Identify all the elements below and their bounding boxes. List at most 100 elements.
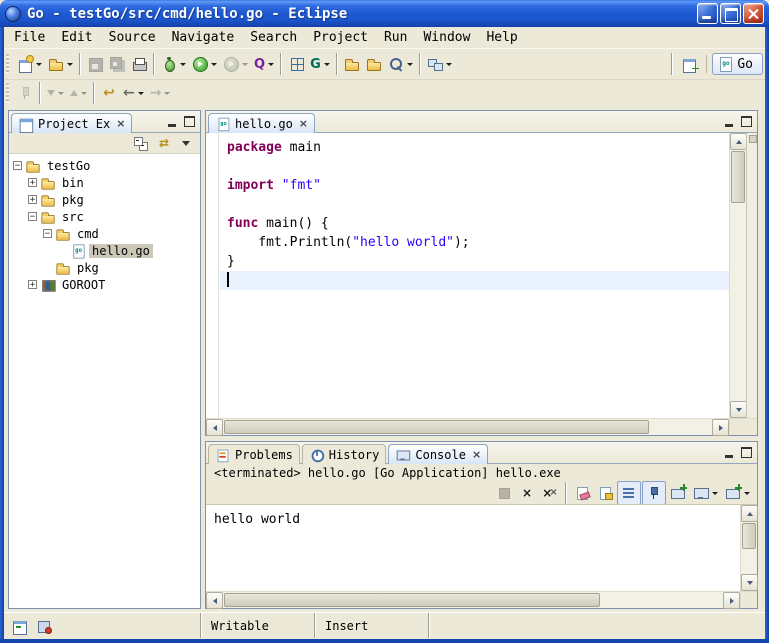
maximize-view-button[interactable]: [181, 114, 198, 129]
scroll-down-button[interactable]: [730, 401, 747, 418]
scrollbar-thumb[interactable]: [742, 523, 756, 549]
menu-run[interactable]: Run: [376, 28, 415, 47]
tree-item-pkg[interactable]: +pkg: [9, 191, 200, 208]
menu-source[interactable]: Source: [101, 28, 164, 47]
minimize-button[interactable]: [697, 3, 718, 24]
maximize-view-button[interactable]: [738, 114, 755, 129]
menu-navigate[interactable]: Navigate: [164, 28, 243, 47]
close-icon[interactable]: ×: [472, 448, 481, 461]
tree-expander[interactable]: −: [43, 229, 52, 238]
menu-help[interactable]: Help: [478, 28, 525, 47]
tree-item-bin[interactable]: +bin: [9, 174, 200, 191]
tree-item-hello.go[interactable]: hello.go: [9, 242, 200, 259]
minimize-view-button[interactable]: [163, 114, 180, 129]
run-history-button[interactable]: [220, 52, 251, 76]
menu-project[interactable]: Project: [305, 28, 376, 47]
go-perspective-button[interactable]: Go: [712, 53, 763, 75]
editor-horizontal-scrollbar[interactable]: [206, 418, 729, 435]
previous-annotation-button[interactable]: [67, 81, 90, 105]
save-button[interactable]: [84, 52, 106, 76]
close-icon[interactable]: ×: [116, 117, 125, 130]
minimize-view-button[interactable]: [720, 114, 737, 129]
toolbar-grip[interactable]: [6, 54, 9, 74]
close-icon[interactable]: ×: [299, 117, 308, 130]
pin-console-button[interactable]: [642, 481, 666, 505]
tree-expander[interactable]: +: [28, 195, 37, 204]
scroll-right-button[interactable]: [712, 419, 729, 436]
clear-console-button[interactable]: [571, 481, 593, 505]
collapse-all-button[interactable]: [130, 131, 152, 155]
scroll-down-button[interactable]: [741, 574, 758, 591]
menu-edit[interactable]: Edit: [53, 28, 100, 47]
external-tools-button[interactable]: Q: [251, 52, 277, 76]
minimize-view-button[interactable]: [720, 445, 737, 460]
search-button[interactable]: [385, 52, 416, 76]
tab-problems[interactable]: Problems: [208, 444, 300, 464]
scroll-left-button[interactable]: [206, 592, 223, 609]
terminate-button[interactable]: [493, 481, 515, 505]
close-button[interactable]: [743, 3, 764, 24]
tab-history[interactable]: History: [302, 444, 387, 464]
open-resource-button[interactable]: [341, 52, 363, 76]
scroll-up-button[interactable]: [741, 505, 758, 522]
maximize-view-button[interactable]: [738, 445, 755, 460]
scrollbar-thumb[interactable]: [224, 420, 649, 434]
tree-expander[interactable]: +: [28, 178, 37, 187]
run-button[interactable]: [189, 52, 220, 76]
save-all-button[interactable]: [106, 52, 128, 76]
tree-item-testGo[interactable]: −testGo: [9, 157, 200, 174]
pin-editor-button[interactable]: [14, 81, 36, 105]
open-type-button[interactable]: [363, 52, 385, 76]
debug-button[interactable]: [158, 52, 189, 76]
remove-all-launches-button[interactable]: ××: [539, 481, 561, 505]
team-button[interactable]: [424, 52, 455, 76]
scrollbar-thumb[interactable]: [731, 151, 745, 203]
console-output[interactable]: hello world: [206, 504, 757, 608]
toolbar-grip[interactable]: [6, 83, 9, 103]
menu-window[interactable]: Window: [415, 28, 478, 47]
tree-item-src[interactable]: −src: [9, 208, 200, 225]
scroll-right-button[interactable]: [723, 592, 740, 609]
scroll-lock-button[interactable]: [594, 481, 616, 505]
annotation-ruler[interactable]: [206, 133, 219, 418]
go-launch-icon[interactable]: [36, 618, 52, 634]
scroll-up-button[interactable]: [730, 133, 747, 150]
tab-project-explorer[interactable]: Project Ex ×: [11, 113, 132, 133]
forward-button[interactable]: →: [147, 81, 174, 105]
open-console-button[interactable]: [667, 481, 689, 505]
new-go-file-button[interactable]: G: [307, 52, 333, 76]
display-selected-console-button[interactable]: [690, 481, 721, 505]
console-horizontal-scrollbar[interactable]: [206, 591, 740, 608]
last-edit-location-button[interactable]: ↩: [98, 81, 120, 105]
link-with-editor-button[interactable]: ⇄: [153, 131, 175, 155]
fast-view-icon[interactable]: [12, 618, 28, 634]
word-wrap-button[interactable]: [617, 481, 641, 505]
tab-console[interactable]: Console×: [388, 444, 488, 464]
scrollbar-thumb[interactable]: [224, 593, 600, 607]
scroll-left-button[interactable]: [206, 419, 223, 436]
editor-vertical-scrollbar[interactable]: [729, 133, 746, 418]
tree-expander[interactable]: −: [13, 161, 22, 170]
menu-search[interactable]: Search: [242, 28, 305, 47]
print-button[interactable]: [128, 52, 150, 76]
project-tree[interactable]: −testGo+bin+pkg−src−cmdhello.gopkg+GOROO…: [9, 153, 200, 608]
console-vertical-scrollbar[interactable]: [740, 505, 757, 591]
open-console-menu-button[interactable]: [722, 481, 753, 505]
tree-item-pkg[interactable]: pkg: [9, 259, 200, 276]
tab-hello-go[interactable]: hello.go ×: [208, 113, 315, 133]
new-folder-button[interactable]: [45, 52, 76, 76]
maximize-button[interactable]: [720, 3, 741, 24]
tree-expander[interactable]: −: [28, 212, 37, 221]
new-wizard-button[interactable]: [14, 52, 45, 76]
tree-item-GOROOT[interactable]: +GOROOT: [9, 276, 200, 293]
next-annotation-button[interactable]: [44, 81, 67, 105]
back-button[interactable]: ←: [120, 81, 147, 105]
tree-expander[interactable]: +: [28, 280, 37, 289]
menu-file[interactable]: File: [6, 28, 53, 47]
view-menu-button[interactable]: [176, 131, 198, 155]
remove-launch-button[interactable]: ×: [516, 481, 538, 505]
tree-item-cmd[interactable]: −cmd: [9, 225, 200, 242]
open-perspective-button[interactable]: [679, 52, 701, 76]
overview-ruler[interactable]: [746, 133, 757, 418]
code-area[interactable]: package mainimport "fmt"func main() { fm…: [220, 133, 729, 418]
